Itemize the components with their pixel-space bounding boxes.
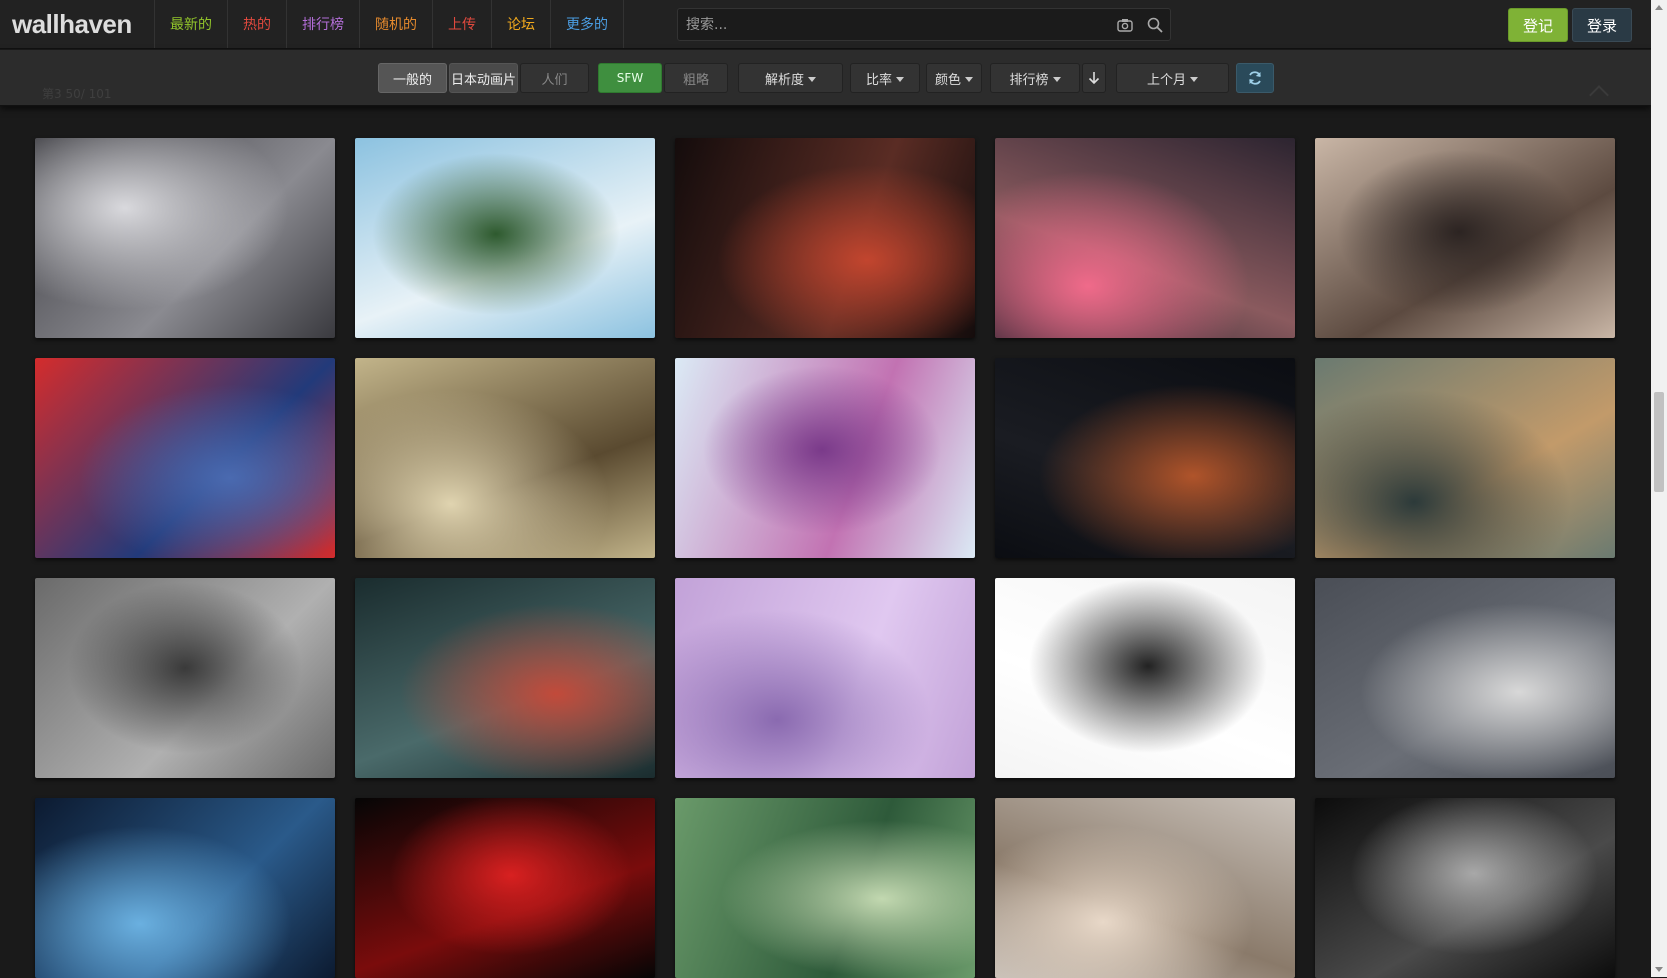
register-button[interactable]: 登记 <box>1508 8 1569 42</box>
nav-link[interactable]: 随机的 <box>360 0 433 48</box>
sort-order-button[interactable] <box>1082 63 1106 93</box>
login-button[interactable]: 登录 <box>1572 8 1633 42</box>
chevron-down-icon <box>808 77 816 82</box>
chevron-down-icon <box>1190 77 1198 82</box>
wallpaper-thumbnail[interactable] <box>355 138 655 338</box>
wallpaper-thumbnail[interactable] <box>995 798 1295 978</box>
search-box <box>677 8 1171 41</box>
wallpaper-thumbnail[interactable] <box>1315 798 1615 978</box>
wallpaper-thumbnail[interactable] <box>995 138 1295 338</box>
wallpaper-thumbnail[interactable] <box>995 358 1295 558</box>
nav-link[interactable]: 更多的 <box>551 0 624 48</box>
search-input[interactable] <box>678 9 1110 40</box>
wallpaper-thumbnail[interactable] <box>1315 578 1615 778</box>
purity-sfw-button[interactable]: SFW <box>598 63 662 93</box>
wallpaper-thumbnail[interactable] <box>35 358 335 558</box>
color-dropdown[interactable]: 颜色 <box>926 63 982 93</box>
site-logo[interactable]: wallhaven <box>0 0 155 48</box>
chevron-down-icon <box>896 77 904 82</box>
page-info: 第3 50/ 101 <box>42 87 112 101</box>
wallpaper-thumbnail[interactable] <box>35 798 335 978</box>
chevron-down-icon <box>965 77 973 82</box>
scroll-up-icon[interactable] <box>1655 5 1663 10</box>
wallpaper-thumbnail[interactable] <box>355 358 655 558</box>
wallpaper-thumbnail[interactable] <box>1315 358 1615 558</box>
resolution-label: 解析度 <box>764 72 804 88</box>
resolution-dropdown[interactable]: 解析度 <box>738 63 843 93</box>
collapse-chevron-icon[interactable] <box>1589 85 1609 105</box>
category-people-button[interactable]: 人们 <box>520 63 589 93</box>
main-nav: 最新的 热的 排行榜 随机的 上传 论坛 更多的 <box>155 0 624 48</box>
nav-link[interactable]: 论坛 <box>492 0 551 48</box>
toprange-label: 上个月 <box>1146 72 1186 88</box>
vertical-scrollbar[interactable] <box>1651 0 1667 977</box>
scrollbar-thumb[interactable] <box>1654 392 1664 492</box>
wallpaper-thumbnail[interactable] <box>675 578 975 778</box>
category-anime-button[interactable]: 日本动画片 <box>449 63 518 93</box>
toprange-dropdown[interactable]: 上个月 <box>1116 63 1229 93</box>
sort-label: 排行榜 <box>1009 72 1049 88</box>
refresh-button[interactable] <box>1236 63 1274 93</box>
arrow-down-icon <box>1088 72 1100 85</box>
wallpaper-thumbnail[interactable] <box>675 138 975 338</box>
wallpaper-thumbnail[interactable] <box>995 578 1295 778</box>
nav-link[interactable]: 热的 <box>228 0 287 48</box>
search-icon[interactable] <box>1140 9 1170 40</box>
wallpaper-thumbnail[interactable] <box>675 798 975 978</box>
scroll-down-icon[interactable] <box>1655 967 1663 972</box>
category-general-button[interactable]: 一般的 <box>378 63 447 93</box>
sort-dropdown[interactable]: 排行榜 <box>990 63 1080 93</box>
camera-icon[interactable] <box>1110 9 1140 40</box>
color-label: 颜色 <box>934 72 961 88</box>
nav-link[interactable]: 排行榜 <box>287 0 360 48</box>
nav-link[interactable]: 最新的 <box>155 0 228 48</box>
filter-bar: 第3 50/ 101 一般的 日本动画片 人们 SFW 粗略 解析度 比率 颜色… <box>0 50 1651 106</box>
ratio-label: 比率 <box>865 72 892 88</box>
wallpaper-thumbnail[interactable] <box>355 578 655 778</box>
wallpaper-thumbnail[interactable] <box>675 358 975 558</box>
chevron-down-icon <box>1052 77 1061 82</box>
refresh-icon <box>1249 71 1261 85</box>
nav-link[interactable]: 上传 <box>433 0 492 48</box>
wallpaper-thumbnail[interactable] <box>1315 138 1615 338</box>
wallpaper-thumbnail[interactable] <box>35 138 335 338</box>
wallpaper-thumbnail[interactable] <box>355 798 655 978</box>
wallpaper-thumbnail[interactable] <box>35 578 335 778</box>
ratio-dropdown[interactable]: 比率 <box>850 63 920 93</box>
purity-sketchy-button[interactable]: 粗略 <box>664 63 728 93</box>
